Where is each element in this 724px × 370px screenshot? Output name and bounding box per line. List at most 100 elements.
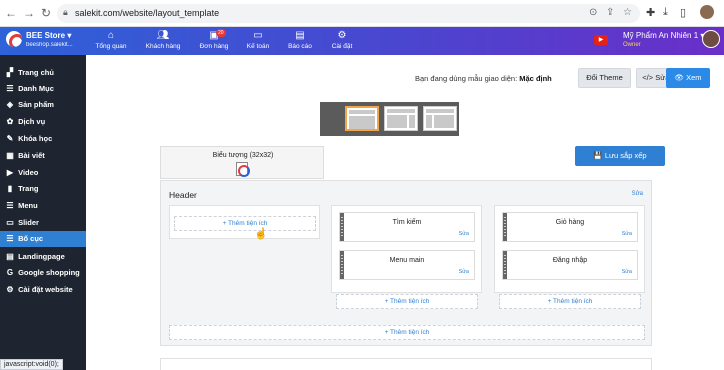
extensions-icon[interactable]: ✚ [646,6,655,19]
sidebar-item-label: Landingpage [18,252,65,261]
sidebar: ▞ Trang chủ ☰ Danh Mục ◈ Sản phẩm ✿ Dịch… [0,55,86,370]
store-domain[interactable]: beeshop.salekit... [26,42,73,48]
layout-option-1[interactable] [345,106,379,131]
widget-name: Đăng nhập [552,257,588,264]
sidebar-item-video[interactable]: ▶ Video [0,165,86,181]
header-section: Header Sửa + Thêm tiện ích Tìm kiếm Sửa … [160,180,652,346]
address-bar[interactable]: 🔒︎ salekit.com/website/layout_template ⊙… [57,4,640,23]
widget-menu-main[interactable]: Menu main Sửa [339,250,475,280]
sidebar-item-cai-dat-website[interactable]: ⚙ Cài đặt website [0,282,86,298]
sidepanel-icon[interactable]: ▯ [680,6,686,19]
current-theme-text: Bạn đang dùng mẫu giao diện: Mặc định [415,74,552,83]
service-icon: ✿ [6,117,14,126]
box-icon: ◈ [6,100,14,109]
sidebar-item-label: Bài viết [18,151,45,160]
profile-avatar[interactable] [700,5,714,19]
settings-icon: ⚙ [337,30,347,41]
widget-edit-link[interactable]: Sửa [459,269,469,275]
widget-edit-link[interactable]: Sửa [622,269,632,275]
share-icon[interactable]: ⇪ [606,7,614,18]
sidebar-item-trang-chu[interactable]: ▞ Trang chủ [0,65,86,81]
sidebar-item-trang[interactable]: ▮ Trang [0,181,86,197]
sidebar-item-landingpage[interactable]: ▤ Landingpage [0,249,86,265]
reload-icon[interactable]: ↻ [39,6,53,20]
landing-icon: ▤ [6,252,14,261]
store-switcher[interactable]: BEE Store ▾ [26,31,71,40]
nav-label: Tổng quan [95,43,127,50]
home-icon: ⌂ [107,30,115,41]
nav-cai-dat[interactable]: ⚙ Cài đặt [316,29,368,51]
add-widget-row-button[interactable]: + Thêm tiện ích [169,325,645,340]
avatar[interactable] [702,30,720,48]
google-icon: G [6,268,14,277]
section-edit-link[interactable]: Sửa [632,191,643,197]
drag-handle-icon[interactable] [340,213,344,241]
drag-handle-icon[interactable] [503,213,507,241]
layout-picker [320,102,459,136]
widget-edit-link[interactable]: Sửa [622,231,632,237]
layout-option-3[interactable] [423,106,457,131]
browser-toolbar: ← → ↻ 🔒︎ salekit.com/website/layout_temp… [0,0,724,27]
sidebar-item-khoa-hoc[interactable]: ✎ Khóa học [0,131,86,147]
bookmark-star-icon[interactable]: ☆ [623,7,632,18]
widget-login[interactable]: Đăng nhập Sửa [502,250,638,280]
page-icon: ▮ [7,184,13,193]
drag-handle-icon[interactable] [503,251,507,279]
widget-search[interactable]: Tìm kiếm Sửa [339,212,475,242]
slider-icon: ▭ [6,218,14,227]
article-icon: ▦ [6,151,14,160]
widget-name: Menu main [389,257,425,264]
back-icon[interactable]: ← [4,6,18,20]
status-bar-url: javascript:void(0); [0,359,63,370]
sidebar-item-bo-cuc[interactable]: ☰ Bố cục [0,231,86,247]
add-widget-button[interactable]: + Thêm tiện ích [174,216,316,231]
sidebar-item-label: Google shopping [18,268,80,277]
sidebar-item-menu[interactable]: ☰ Menu [0,198,86,214]
widget-name: Giỏ hàng [555,219,585,226]
sidebar-item-bai-viet[interactable]: ▦ Bài viết [0,148,86,164]
lock-icon: 🔒︎ [63,7,68,17]
brand-logo[interactable] [6,31,22,47]
site-icon-label: Biểu tượng (32x32) [212,152,274,159]
sidebar-item-label: Khóa học [18,134,53,143]
site-icon-card[interactable]: Biểu tượng (32x32) [160,146,324,179]
gear-icon: ⚙ [6,285,14,294]
mouse-pointer-icon: ☝ [254,228,268,240]
widget-cart[interactable]: Giỏ hàng Sửa [502,212,638,242]
add-widget-button[interactable]: + Thêm tiện ích [336,294,478,309]
change-theme-button[interactable]: Đổi Theme [578,68,631,88]
users-icon: 👥︎ [156,30,170,41]
sidebar-item-label: Slider [18,218,39,227]
nav-label: Khách hàng [145,43,181,50]
save-order-button[interactable]: 💾 Lưu sắp xếp [575,146,665,166]
forward-icon[interactable]: → [22,6,36,20]
sidebar-item-dich-vu[interactable]: ✿ Dịch vụ [0,114,86,130]
youtube-icon[interactable]: ▶ [594,35,608,45]
user-menu[interactable]: Mỹ Phẩm An Nhiên 1 ▾ [623,31,704,40]
lens-icon[interactable]: ⊙ [589,7,597,18]
sidebar-item-slider[interactable]: ▭ Slider [0,215,86,231]
sidebar-item-label: Sản phẩm [18,100,54,109]
drag-handle-icon[interactable] [340,251,344,279]
sidebar-item-label: Trang [18,184,39,193]
sidebar-item-label: Danh Mục [18,84,54,93]
sidebar-item-label: Cài đặt website [18,285,73,294]
app-topnav: BEE Store ▾ beeshop.salekit... ⌂ Tổng qu… [0,27,724,55]
header-column-2: Tìm kiếm Sửa Menu main Sửa + Thêm tiện í… [331,205,482,309]
layout-option-2[interactable] [384,106,418,131]
sidebar-item-san-pham[interactable]: ◈ Sản phẩm [0,97,86,113]
widget-edit-link[interactable]: Sửa [459,231,469,237]
add-widget-button[interactable]: + Thêm tiện ích [499,294,641,309]
view-button[interactable]: 👁 Xem [666,68,710,88]
menu-icon: ☰ [6,201,14,210]
download-icon[interactable]: ⤓ [663,6,668,19]
sidebar-item-google-shopping[interactable]: G Google shopping [0,265,86,281]
sidebar-item-label: Trang chủ [18,68,54,77]
nav-tong-quan[interactable]: ⌂ Tổng quan [85,29,137,51]
nav-khach-hang[interactable]: 👥︎ Khách hàng [137,29,189,51]
theme-name: Mặc định [519,74,552,83]
list-icon: ☰ [6,84,14,93]
sidebar-item-label: Bố cục [18,234,44,243]
url-text: salekit.com/website/layout_template [75,8,220,18]
sidebar-item-danh-muc[interactable]: ☰ Danh Mục [0,81,86,97]
